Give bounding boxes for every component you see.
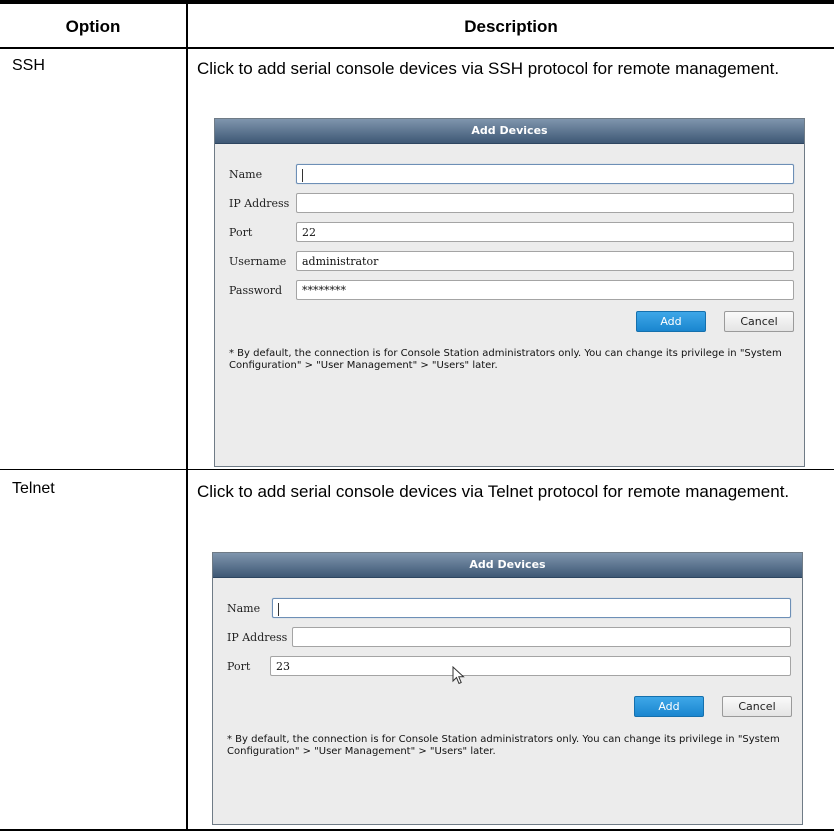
mouse-pointer-icon <box>452 666 465 685</box>
name-label: Name <box>229 168 263 181</box>
dialog-title: Add Devices <box>213 553 802 578</box>
header-option: Option <box>65 17 121 36</box>
username-input[interactable]: administrator <box>296 251 794 271</box>
password-row: Password ******** <box>215 280 804 302</box>
port-row: Port 22 <box>215 222 804 244</box>
dialog-title: Add Devices <box>215 119 804 144</box>
description-ssh: Click to add serial console devices via … <box>197 59 780 78</box>
row-divider <box>0 469 834 470</box>
table-top-rule <box>0 0 834 4</box>
table-bottom-rule <box>0 829 834 831</box>
cancel-button[interactable]: Cancel <box>724 311 794 332</box>
ip-address-input[interactable] <box>292 627 791 647</box>
name-label: Name <box>227 602 261 615</box>
ip-address-label: IP Address <box>229 197 290 210</box>
port-input[interactable]: 22 <box>296 222 794 242</box>
option-ssh: SSH <box>12 57 45 74</box>
add-button[interactable]: Add <box>636 311 706 332</box>
port-label: Port <box>227 660 251 673</box>
description-telnet: Click to add serial console devices via … <box>197 482 790 501</box>
options-table: Option Description SSH Click to add seri… <box>0 0 834 834</box>
column-divider <box>186 0 188 829</box>
add-button[interactable]: Add <box>634 696 704 717</box>
ip-address-row: IP Address <box>215 193 804 215</box>
telnet-add-devices-dialog: Add Devices Name IP Address Port 23 Add … <box>212 552 803 825</box>
password-label: Password <box>229 284 283 297</box>
ip-address-input[interactable] <box>296 193 794 213</box>
dialog-body: Name IP Address Port 23 Add Cancel * By … <box>213 578 802 824</box>
ip-address-label: IP Address <box>227 631 288 644</box>
text-caret <box>278 602 279 616</box>
ssh-add-devices-dialog: Add Devices Name IP Address Port 22 User… <box>214 118 805 467</box>
cancel-button[interactable]: Cancel <box>722 696 792 717</box>
dialog-body: Name IP Address Port 22 Username adminis… <box>215 144 804 466</box>
port-row: Port 23 <box>213 656 802 678</box>
name-input[interactable] <box>296 164 794 184</box>
text-caret <box>302 168 303 182</box>
username-row: Username administrator <box>215 251 804 273</box>
name-input[interactable] <box>272 598 791 618</box>
port-input[interactable]: 23 <box>270 656 791 676</box>
name-row: Name <box>213 598 802 620</box>
password-input[interactable]: ******** <box>296 280 794 300</box>
option-telnet: Telnet <box>12 480 55 497</box>
username-label: Username <box>229 255 287 268</box>
port-label: Port <box>229 226 253 239</box>
privilege-note: * By default, the connection is for Cons… <box>229 348 782 371</box>
name-row: Name <box>215 164 804 186</box>
ip-address-row: IP Address <box>213 627 802 649</box>
header-description: Description <box>464 17 558 36</box>
privilege-note: * By default, the connection is for Cons… <box>227 734 780 757</box>
header-rule <box>0 47 834 49</box>
